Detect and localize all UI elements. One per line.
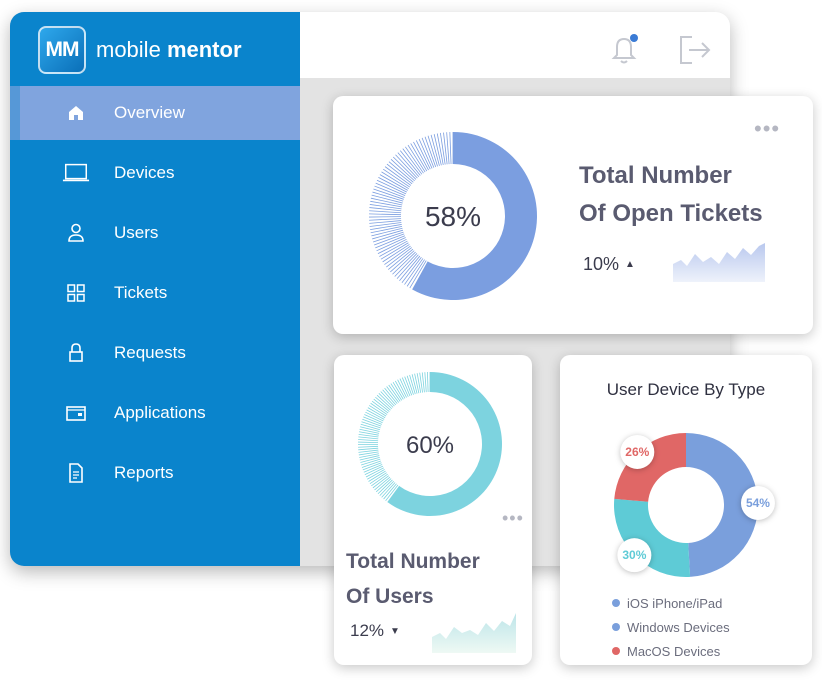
legend-label: Windows Devices (627, 619, 730, 635)
device-legend: iOS iPhone/iPad Windows Devices MacOS Devi… (612, 591, 730, 663)
logo-mark: MM (38, 26, 86, 74)
sidebar-nav: Overview Devices Users Tickets Requests … (10, 86, 300, 506)
brand-name-bold: mentor (166, 37, 242, 62)
sidebar-item-devices[interactable]: Devices (10, 146, 300, 200)
tickets-donut: 58% (369, 132, 537, 300)
more-options-icon[interactable]: ••• (502, 509, 524, 527)
sidebar-item-label: Tickets (114, 283, 168, 302)
home-icon (62, 101, 90, 125)
sidebar-item-label: Users (114, 223, 159, 242)
tickets-title-line1: Total Number (579, 162, 732, 189)
legend-dot (612, 647, 620, 655)
sidebar: MM mobile mentor Overview Devices Users … (10, 12, 300, 566)
open-tickets-card: 58% ••• Total Number Of Open Tickets 10%… (333, 96, 813, 334)
sidebar-item-applications[interactable]: Applications (10, 386, 300, 440)
device-slice-label: 30% (622, 548, 646, 562)
brand-name-light: mobile (96, 37, 161, 62)
device-slice-label: 54% (746, 496, 770, 510)
sidebar-item-tickets[interactable]: Tickets (10, 266, 300, 320)
brand-name: mobile mentor (96, 37, 242, 63)
users-trend: 12% ▼ (350, 621, 400, 641)
users-title-line1: Total Number (346, 550, 480, 573)
logout-icon[interactable] (678, 34, 712, 71)
wallet-icon (62, 401, 90, 425)
users-trend-value: 12% (350, 621, 385, 640)
legend-item: iOS iPhone/iPad (612, 591, 730, 615)
legend-label: MacOS Devices (627, 643, 721, 659)
sidebar-item-label: Devices (114, 163, 175, 182)
document-icon (62, 461, 90, 485)
sidebar-item-reports[interactable]: Reports (10, 446, 300, 500)
arrow-down-icon: ▼ (390, 625, 400, 637)
legend-label: iOS iPhone/iPad (627, 595, 723, 611)
sidebar-item-overview[interactable]: Overview (10, 86, 300, 140)
laptop-icon (62, 161, 90, 185)
device-type-card: User Device By Type 54% 30% 26% iOS iPhone… (560, 355, 812, 665)
users-sparkline (432, 613, 516, 653)
lock-icon (62, 341, 90, 365)
user-icon (62, 221, 90, 245)
device-chart-title: User Device By Type (606, 380, 766, 399)
legend-item: Windows Devices (612, 615, 730, 639)
total-users-card: 60% ••• Total Number Of Users 12% ▼ (334, 355, 532, 665)
sidebar-item-label: Overview (114, 103, 185, 122)
tickets-trend-value: 10% (583, 254, 620, 274)
sidebar-item-requests[interactable]: Requests (10, 326, 300, 380)
sidebar-item-label: Reports (114, 463, 174, 482)
top-bar (300, 12, 730, 78)
tickets-percent: 58% (425, 201, 481, 232)
bell-icon[interactable] (608, 32, 642, 71)
sidebar-item-label: Applications (114, 403, 206, 422)
tickets-trend: 10% ▲ (583, 254, 635, 275)
brand-logo[interactable]: MM mobile mentor (38, 26, 242, 74)
legend-dot (612, 599, 620, 607)
users-percent: 60% (406, 432, 454, 459)
device-donut-chart: 54% 30% 26% (614, 433, 775, 577)
more-options-icon[interactable]: ••• (754, 118, 780, 140)
device-slice-label: 26% (625, 445, 649, 459)
legend-dot (612, 623, 620, 631)
users-title-line2: Of Users (346, 585, 434, 608)
users-donut: 60% (357, 372, 502, 516)
tickets-sparkline (673, 243, 765, 282)
tickets-title-line2: Of Open Tickets (579, 200, 763, 227)
sidebar-item-label: Requests (114, 343, 186, 362)
sidebar-item-users[interactable]: Users (10, 206, 300, 260)
grid-icon (62, 281, 90, 305)
arrow-up-icon: ▲ (625, 259, 635, 270)
legend-item: MacOS Devices (612, 639, 730, 663)
